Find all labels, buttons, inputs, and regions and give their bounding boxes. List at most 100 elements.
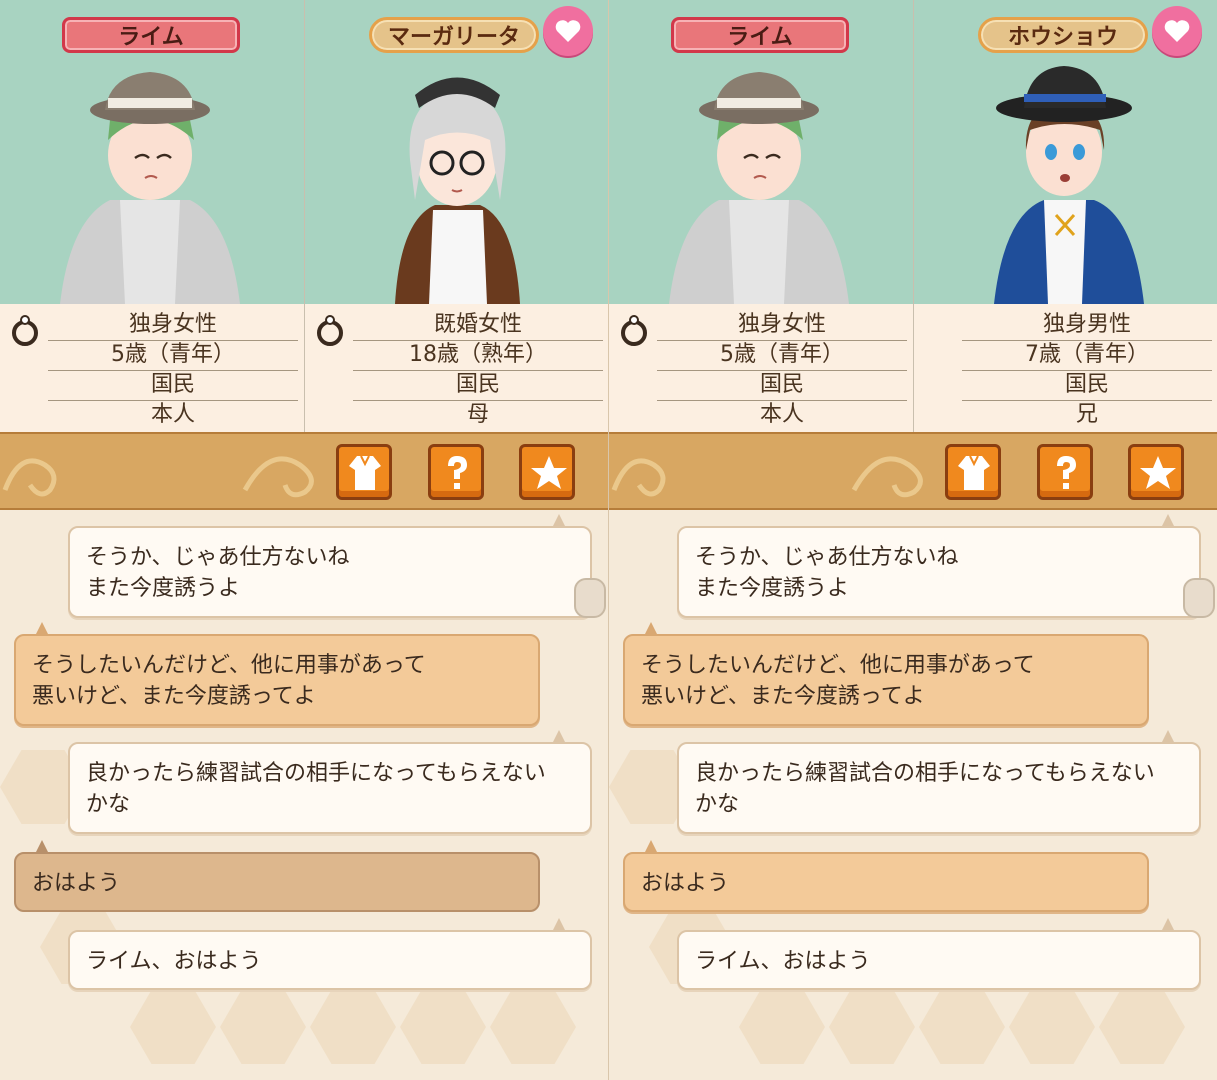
conversation-log[interactable]: そうか、じゃあ仕方ないね また今度誘うよ そうしたいんだけど、他に用事があって … — [609, 510, 1217, 1080]
bubble-tail — [36, 622, 48, 634]
menu-hex-background — [1009, 990, 1095, 1064]
message-line: 悪いけど、また今度誘ってよ — [641, 684, 925, 709]
partner-message: そうか、じゃあ仕方ないね また今度誘うよ — [68, 526, 592, 618]
message-line: また今度誘うよ — [695, 576, 850, 601]
help-button[interactable] — [1037, 444, 1093, 500]
bubble-tail — [553, 918, 565, 930]
bubble-tail — [553, 514, 565, 526]
player-message: そうしたいんだけど、他に用事があって 悪いけど、また今度誘ってよ — [14, 634, 540, 726]
ring-icon — [621, 315, 647, 346]
message-line: おはよう — [32, 871, 121, 896]
info-status: 国民 — [48, 370, 298, 401]
info-marital: 既婚女性 — [353, 310, 603, 341]
player-portrait-panel: ライム — [609, 0, 913, 304]
message-line: かな — [86, 792, 131, 817]
scroll-handle[interactable] — [1183, 578, 1215, 618]
info-marital: 独身女性 — [48, 310, 298, 341]
player-avatar[interactable] — [0, 0, 304, 304]
player-message-selected[interactable]: おはよう — [14, 852, 540, 912]
info-relation: 母 — [466, 402, 489, 427]
info-marital: 独身男性 — [962, 310, 1212, 341]
ornament-decoration — [611, 458, 666, 497]
partner-avatar[interactable] — [914, 0, 1217, 304]
ornament-decoration — [242, 456, 314, 498]
menu-hex-background — [829, 990, 915, 1064]
outfit-button[interactable] — [336, 444, 392, 500]
message-line: 悪いけど、また今度誘ってよ — [32, 684, 316, 709]
partner-portrait-panel: ホウショウ — [913, 0, 1217, 304]
menu-hex-background — [919, 990, 1005, 1064]
outfit-button[interactable] — [945, 444, 1001, 500]
info-age: 5歳（青年） — [657, 340, 907, 371]
player-message: そうしたいんだけど、他に用事があって 悪いけど、また今度誘ってよ — [623, 634, 1149, 726]
menu-hex-background — [490, 990, 576, 1064]
info-relation: 兄 — [1075, 402, 1098, 427]
ring-icon — [12, 315, 38, 346]
info-marital: 独身女性 — [657, 310, 907, 341]
partner-info-panel: 独身男性 7歳（青年） 国民 兄 — [913, 304, 1217, 432]
player-message[interactable]: おはよう — [623, 852, 1149, 912]
conversation-log[interactable]: そうか、じゃあ仕方ないね また今度誘うよ そうしたいんだけど、他に用事があって … — [0, 510, 608, 1080]
bubble-tail — [1162, 514, 1174, 526]
outfit-icon — [349, 455, 381, 490]
partner-message: 良かったら練習試合の相手になってもらえない かな — [68, 742, 592, 834]
info-relation: 本人 — [759, 402, 804, 427]
info-relation: 本人 — [150, 402, 195, 427]
player-info-panel: 独身女性 5歳（青年） 国民 本人 — [0, 304, 304, 432]
info-age: 5歳（青年） — [48, 340, 298, 371]
bubble-tail — [1162, 918, 1174, 930]
bubble-tail — [645, 622, 657, 634]
menu-hex-background — [1099, 990, 1185, 1064]
star-icon — [531, 456, 567, 489]
scroll-handle[interactable] — [574, 578, 606, 618]
player-info-panel: 独身女性 5歳（青年） 国民 本人 — [609, 304, 913, 432]
message-line: 良かったら練習試合の相手になってもらえない — [86, 761, 546, 786]
question-icon — [1057, 456, 1076, 489]
message-line: ライム、おはよう — [695, 949, 871, 974]
outfit-icon — [958, 455, 990, 490]
partner-message: そうか、じゃあ仕方ないね また今度誘うよ — [677, 526, 1201, 618]
partner-info-panel: 既婚女性 18歳（熟年） 国民 母 — [304, 304, 608, 432]
favorite-star-button[interactable] — [519, 444, 575, 500]
bubble-tail — [1162, 730, 1174, 742]
ring-icon — [317, 315, 343, 346]
menu-hex-background — [310, 990, 396, 1064]
partner-message: ライム、おはよう — [68, 930, 592, 990]
info-status: 国民 — [657, 370, 907, 401]
help-button[interactable] — [428, 444, 484, 500]
bubble-tail — [36, 840, 48, 852]
action-toolbar — [609, 432, 1217, 510]
favorite-star-button[interactable] — [1128, 444, 1184, 500]
ornament-decoration — [2, 458, 57, 497]
message-line: そうか、じゃあ仕方ないね — [86, 545, 350, 570]
info-status: 国民 — [353, 370, 603, 401]
player-avatar[interactable] — [609, 0, 913, 304]
message-line: かな — [695, 792, 740, 817]
screen-right: ライム ホウショウ 独身女性 5歳（青年） 国民 本人 独身男性 7歳（青年） … — [609, 0, 1217, 1080]
message-line: そうしたいんだけど、他に用事があって — [641, 653, 1035, 678]
partner-portrait-panel: マーガリータ — [304, 0, 608, 304]
ornament-decoration — [851, 456, 923, 498]
bubble-tail — [645, 840, 657, 852]
message-line: また今度誘うよ — [86, 576, 241, 601]
message-line: おはよう — [641, 871, 730, 896]
action-toolbar — [0, 432, 608, 510]
menu-hex-background — [400, 990, 486, 1064]
menu-hex-background — [130, 990, 216, 1064]
message-line: 良かったら練習試合の相手になってもらえない — [695, 761, 1155, 786]
partner-avatar[interactable] — [305, 0, 608, 304]
message-line: そうか、じゃあ仕方ないね — [695, 545, 959, 570]
bubble-tail — [553, 730, 565, 742]
partner-message: 良かったら練習試合の相手になってもらえない かな — [677, 742, 1201, 834]
info-age: 7歳（青年） — [962, 340, 1212, 371]
screen-left: ライム マーガリータ 独身女性 5歳（青年） 国民 本人 既婚女性 18歳（熟年… — [0, 0, 608, 1080]
info-age: 18歳（熟年） — [353, 340, 603, 371]
menu-hex-background — [220, 990, 306, 1064]
player-portrait-panel: ライム — [0, 0, 304, 304]
star-icon — [1140, 456, 1176, 489]
message-line: ライム、おはよう — [86, 949, 262, 974]
partner-message: ライム、おはよう — [677, 930, 1201, 990]
info-status: 国民 — [962, 370, 1212, 401]
question-icon — [448, 456, 467, 489]
message-line: そうしたいんだけど、他に用事があって — [32, 653, 426, 678]
